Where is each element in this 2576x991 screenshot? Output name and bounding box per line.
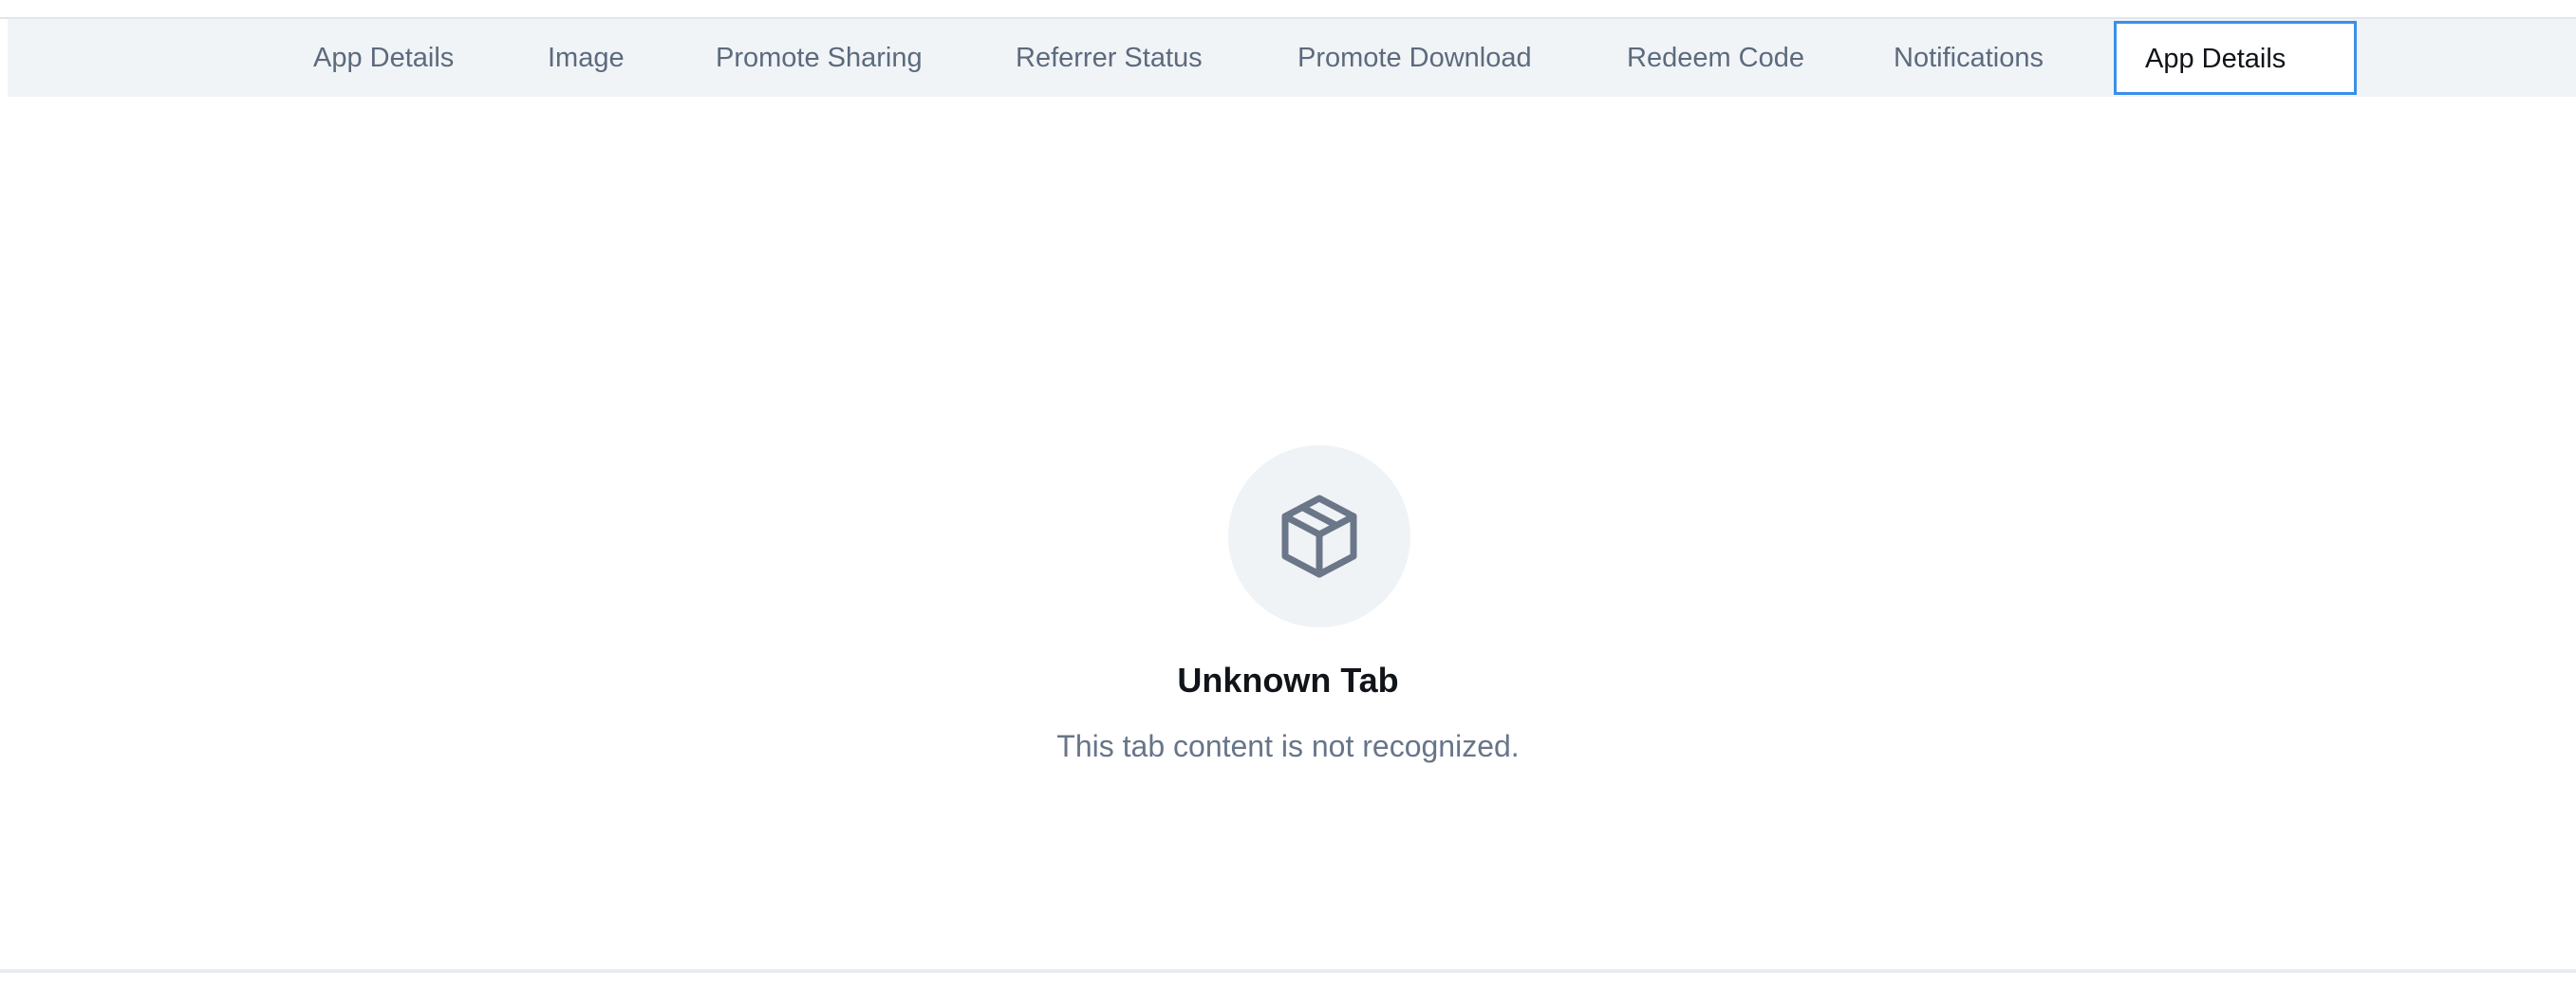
page: App Details Image Promote Sharing Referr… (0, 0, 2576, 991)
top-divider (0, 0, 2576, 19)
package-box-icon (1281, 495, 1357, 578)
tab-referrer-status[interactable]: Referrer Status (1016, 19, 1203, 97)
tab-promote-sharing[interactable]: Promote Sharing (716, 19, 923, 97)
tab-app-details[interactable]: App Details (313, 19, 454, 97)
tab-promote-download[interactable]: Promote Download (1297, 19, 1532, 97)
tab-redeem-code[interactable]: Redeem Code (1627, 19, 1804, 97)
tab-bar: App Details Image Promote Sharing Referr… (8, 19, 2576, 97)
tab-notifications[interactable]: Notifications (1894, 19, 2044, 97)
tab-image[interactable]: Image (548, 19, 625, 97)
empty-state-icon-circle (1228, 445, 1410, 627)
empty-state: Unknown Tab This tab content is not reco… (0, 0, 2576, 991)
empty-state-title: Unknown Tab (1177, 661, 1399, 700)
empty-state-description: This tab content is not recognized. (1056, 729, 1520, 763)
bottom-divider (0, 969, 2576, 973)
tab-app-details-active[interactable]: App Details (2114, 21, 2357, 95)
